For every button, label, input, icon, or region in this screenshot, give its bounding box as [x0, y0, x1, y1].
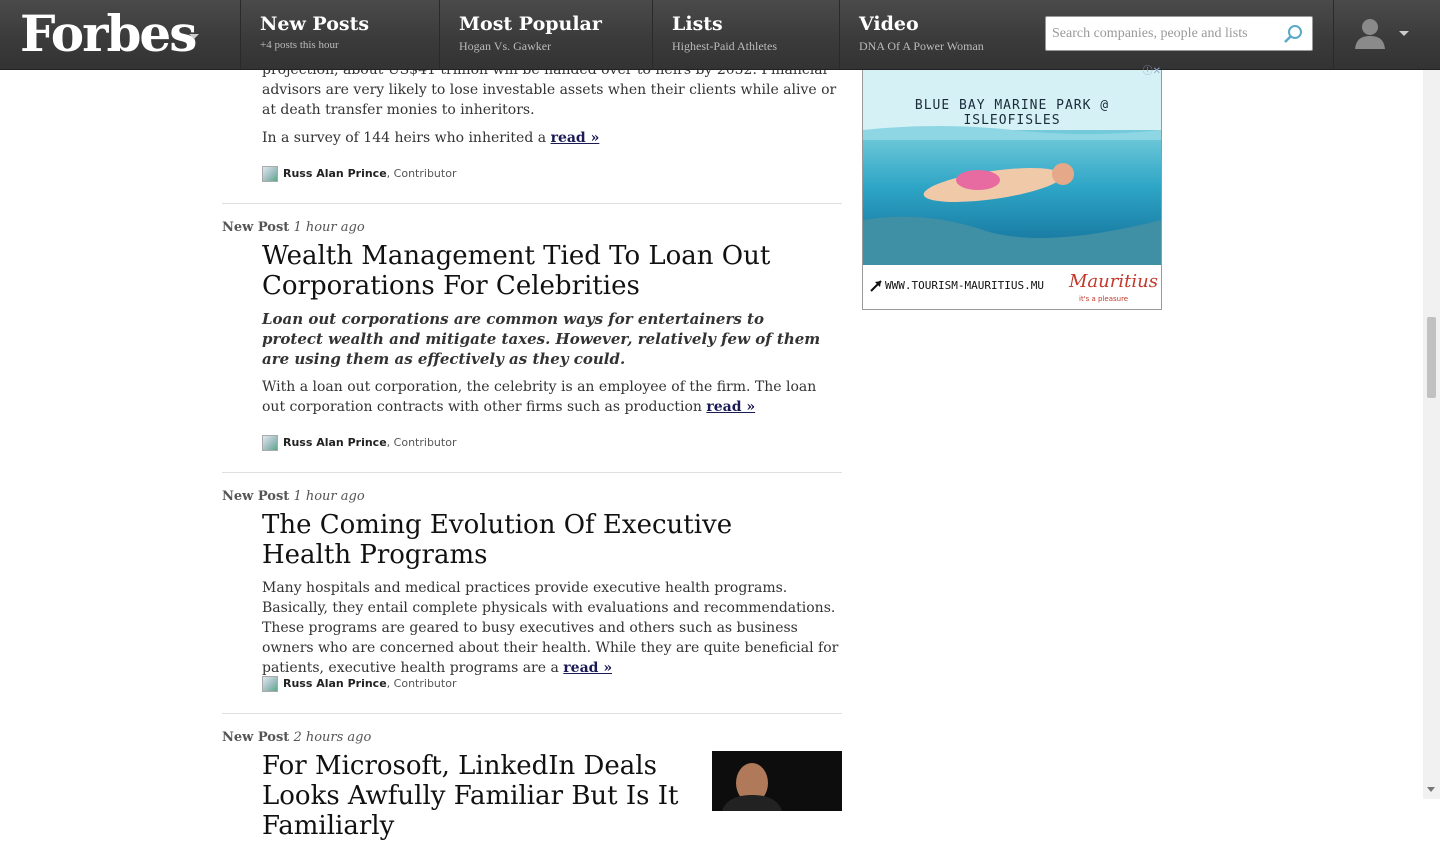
post-label: New Post: [222, 489, 290, 504]
nav-tab-title[interactable]: Video: [859, 13, 919, 35]
nav-tab-title[interactable]: New Posts: [260, 13, 369, 35]
author-thumbnail[interactable]: [262, 676, 278, 692]
post-meta: New Post 1 hour ago: [222, 220, 365, 235]
search-input[interactable]: [1046, 17, 1288, 50]
divider: [222, 472, 842, 473]
author-thumbnail[interactable]: [262, 435, 278, 451]
author-thumbnail[interactable]: [262, 166, 278, 182]
post-time: 1 hour ago: [293, 489, 365, 504]
byline: Russ Alan Prince, Contributor: [262, 435, 456, 451]
user-avatar-icon[interactable]: [1352, 15, 1388, 51]
article-body-text: In a survey of 144 heirs who inherited a: [262, 130, 547, 146]
author-name[interactable]: Russ Alan Prince: [283, 436, 387, 449]
ad-url[interactable]: WWW.TOURISM-MAURITIUS.MU: [885, 279, 1044, 292]
search-icon[interactable]: [1282, 23, 1304, 45]
nav-tab-lists[interactable]: Lists Highest-Paid Athletes: [653, 0, 840, 69]
author-role: Contributor: [393, 167, 457, 180]
post-time: 1 hour ago: [293, 220, 365, 235]
post-meta: New Post 2 hours ago: [222, 730, 371, 745]
arrow-icon: [870, 280, 882, 292]
read-more-link[interactable]: read »: [551, 130, 600, 146]
person-photo-icon: [712, 751, 842, 811]
article-headline[interactable]: Wealth Management Tied To Loan Out Corpo…: [262, 241, 822, 301]
post-label: New Post: [222, 730, 290, 745]
article-body-text: projection, about US$41 trillion will be…: [262, 62, 837, 118]
chevron-down-icon[interactable]: [189, 34, 199, 39]
search-box: [1045, 16, 1313, 51]
chevron-down-icon[interactable]: [1399, 31, 1409, 36]
nav-tab-subtitle[interactable]: +4 posts this hour: [260, 39, 339, 51]
byline: Russ Alan Prince, Contributor: [262, 166, 456, 182]
nav-tab-title[interactable]: Lists: [672, 13, 723, 35]
user-menu[interactable]: [1333, 0, 1440, 69]
forbes-logo[interactable]: Forbes: [20, 4, 197, 64]
post-meta: New Post 1 hour ago: [222, 489, 365, 504]
read-more-link[interactable]: read »: [706, 399, 755, 415]
logo-menu[interactable]: Forbes: [0, 0, 241, 69]
nav-tab-title[interactable]: Most Popular: [459, 13, 602, 35]
ad-close-icon[interactable]: ⓘ✕: [1131, 62, 1161, 77]
article-thumbnail-image[interactable]: [712, 751, 842, 811]
ad-title[interactable]: BLUE BAY MARINE PARK @ ISLEOFISLES: [863, 98, 1161, 128]
divider: [222, 203, 842, 204]
nav-tab-subtitle[interactable]: DNA Of A Power Woman: [859, 39, 984, 54]
nav-tab-subtitle[interactable]: Hogan Vs. Gawker: [459, 39, 551, 54]
nav-tab-subtitle[interactable]: Highest-Paid Athletes: [672, 39, 777, 54]
post-label: New Post: [222, 220, 290, 235]
nav-tab-video[interactable]: Video DNA Of A Power Woman: [840, 0, 1025, 69]
article-dek: Loan out corporations are common ways fo…: [262, 310, 821, 368]
divider: [222, 713, 842, 714]
article-body: In a survey of 144 heirs who inherited a…: [262, 128, 842, 148]
author-role: Contributor: [393, 677, 457, 690]
byline: Russ Alan Prince, Contributor: [262, 676, 456, 692]
read-more-link[interactable]: read »: [563, 660, 612, 676]
article-body: With a loan out corporation, the celebri…: [262, 377, 842, 417]
page-scrollbar[interactable]: [1423, 69, 1440, 799]
article-body-text: Many hospitals and medical practices pro…: [262, 580, 839, 676]
nav-tab-new-posts[interactable]: New Posts +4 posts this hour: [241, 0, 440, 69]
ad-footer[interactable]: WWW.TOURISM-MAURITIUS.MU Mauritius it's …: [863, 265, 1161, 309]
article-body: Many hospitals and medical practices pro…: [262, 578, 842, 678]
article-headline[interactable]: The Coming Evolution Of Executive Health…: [262, 510, 822, 570]
post-time: 2 hours ago: [293, 730, 372, 745]
scrollbar-thumb[interactable]: [1427, 317, 1436, 398]
ad-tagline: it's a pleasure: [1079, 295, 1129, 303]
scroll-down-arrow-icon[interactable]: [1427, 787, 1435, 792]
author-role: Contributor: [393, 436, 457, 449]
author-name[interactable]: Russ Alan Prince: [283, 167, 387, 180]
advertisement[interactable]: BLUE BAY MARINE PARK @ ISLEOFISLES WWW.T…: [862, 69, 1162, 310]
article-headline[interactable]: For Microsoft, LinkedIn Deals Looks Awfu…: [262, 751, 702, 841]
ad-photo[interactable]: BLUE BAY MARINE PARK @ ISLEOFISLES: [863, 70, 1161, 265]
author-name[interactable]: Russ Alan Prince: [283, 677, 387, 690]
nav-tab-most-popular[interactable]: Most Popular Hogan Vs. Gawker: [440, 0, 653, 69]
ad-brand-logo[interactable]: Mauritius: [1069, 271, 1158, 292]
top-navigation-bar: Forbes New Posts +4 posts this hour Most…: [0, 0, 1440, 70]
